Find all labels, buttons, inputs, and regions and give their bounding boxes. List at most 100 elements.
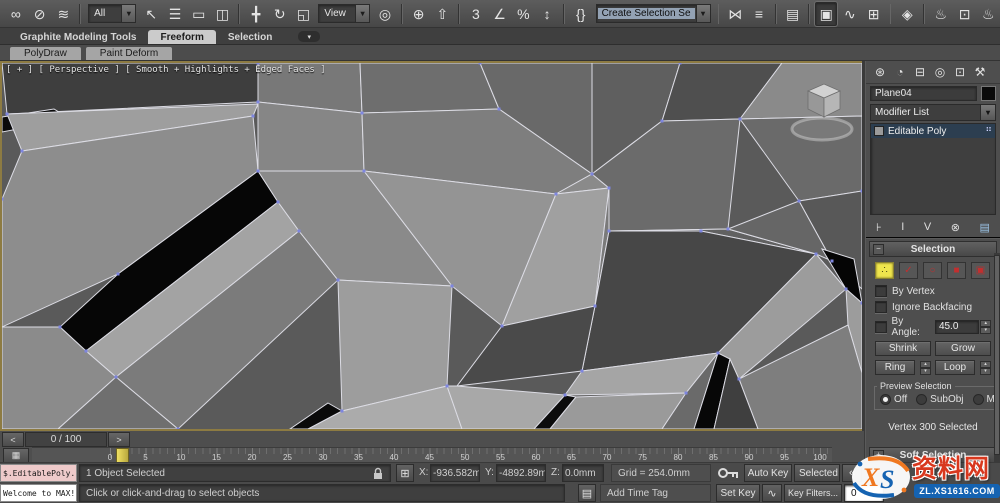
z-coordinate-field[interactable]: 0.0mm	[562, 464, 604, 482]
select-object-button[interactable]: ↖	[140, 2, 162, 26]
select-and-manipulate-button[interactable]: ⊕	[408, 2, 430, 26]
mesh-vertex[interactable]	[738, 117, 742, 121]
mesh-vertex[interactable]	[660, 119, 664, 123]
render-setup-button[interactable]: ♨	[930, 2, 952, 26]
show-end-result-button[interactable]: I	[901, 221, 904, 233]
utilities-tab[interactable]: ⚒	[970, 63, 990, 81]
modifier-stack-row[interactable]: Editable Poly ⠛	[871, 124, 995, 138]
pin-stack-button[interactable]: ⊦	[876, 221, 882, 234]
mesh-vertex[interactable]	[20, 149, 24, 153]
mesh-vertex[interactable]	[716, 351, 720, 355]
spinner-down-icon[interactable]: ▾	[980, 327, 991, 334]
curve-editor-button[interactable]: ∿	[839, 2, 861, 26]
poly-face[interactable]	[359, 63, 500, 114]
mesh-vertex[interactable]	[58, 325, 62, 329]
selection-rollout-header[interactable]: − Selection	[869, 241, 997, 257]
mesh-vertex[interactable]	[445, 384, 449, 388]
schematic-view-button[interactable]: ⊞	[863, 2, 885, 26]
select-and-link-button[interactable]: ∞	[5, 2, 27, 26]
default-tangent-icon[interactable]: ∿	[762, 484, 782, 502]
set-keys-button[interactable]	[716, 466, 740, 481]
open-mini-curve-editor-button[interactable]: ▦	[3, 448, 29, 463]
rectangular-selection-region-button[interactable]: ▭	[188, 2, 210, 26]
key-filters-button[interactable]: Key Filters...	[784, 484, 842, 502]
ribbon-subtab-polydraw[interactable]: PolyDraw	[10, 47, 81, 60]
preview-subobj-radio[interactable]: SubObj	[916, 394, 964, 405]
mesh-vertex[interactable]	[2, 197, 4, 201]
spinner-up-icon[interactable]: ▴	[980, 360, 991, 368]
mesh-vertex[interactable]	[497, 107, 501, 111]
mesh-vertex[interactable]	[478, 63, 482, 65]
mesh-vertex[interactable]	[684, 391, 688, 395]
mirror-button[interactable]: ⋈	[724, 2, 746, 26]
mesh-vertex[interactable]	[297, 229, 301, 233]
by-vertex-checkbox[interactable]: By Vertex	[869, 283, 997, 299]
align-button[interactable]: ≡	[748, 2, 770, 26]
ring-button[interactable]: Ring	[875, 360, 915, 375]
next-frame-button[interactable]: >	[108, 432, 130, 447]
modifier-list-dropdown[interactable]: Modifier List ▾	[870, 104, 996, 121]
mesh-vertex[interactable]	[678, 63, 682, 65]
reference-coordinate-system-dropdown[interactable]: View ▾	[318, 4, 371, 23]
layer-manager-button[interactable]: ▤	[782, 2, 804, 26]
by-angle-spinner[interactable]: ▴ ▾	[980, 320, 991, 334]
graphite-ribbon-toggle-button[interactable]: ▣	[815, 1, 838, 26]
mesh-vertex[interactable]	[814, 252, 818, 256]
mesh-vertex[interactable]	[360, 111, 364, 115]
key-mode-dropdown[interactable]: Selected	[794, 464, 840, 482]
select-and-move-button[interactable]: ╋	[245, 2, 267, 26]
use-pivot-point-center-button[interactable]: ◎	[374, 2, 396, 26]
create-tab[interactable]: ⊛	[870, 63, 890, 81]
absolute-mode-toggle-button[interactable]: ⊞	[396, 464, 414, 482]
mesh-vertex[interactable]	[114, 375, 118, 379]
mesh-vertex[interactable]	[340, 409, 344, 413]
add-time-tag[interactable]: Add Time Tag	[600, 484, 711, 502]
mesh-vertex[interactable]	[500, 324, 504, 328]
keyboard-shortcut-override-button[interactable]: ⇧	[431, 2, 453, 26]
time-tag-icon[interactable]: ▤	[578, 484, 596, 502]
modify-tab[interactable]: ◔	[890, 63, 910, 81]
make-unique-button[interactable]: V	[924, 221, 931, 233]
remove-modifier-button[interactable]: ⊗	[951, 221, 960, 234]
previous-frame-button[interactable]: <	[2, 432, 24, 447]
rendered-frame-window-button[interactable]: ⊡	[954, 2, 976, 26]
edit-named-selection-sets-button[interactable]: {}	[570, 2, 592, 26]
mesh-vertex[interactable]	[699, 229, 703, 233]
ribbon-subtab-paint-deform[interactable]: Paint Deform	[85, 47, 173, 60]
mesh-vertex[interactable]	[256, 100, 260, 104]
display-tab[interactable]: ⊡	[950, 63, 970, 81]
mesh-vertex[interactable]	[726, 227, 730, 231]
spinner-down-icon[interactable]: ▾	[980, 367, 991, 375]
mesh-vertex[interactable]	[362, 169, 366, 173]
object-name-field[interactable]: Plane04	[870, 86, 978, 101]
bind-to-space-warp-button[interactable]: ≋	[52, 2, 74, 26]
perspective-viewport[interactable]: [ + ] [ Perspective ] [ Smooth + Highlig…	[0, 61, 864, 431]
angle-snap-toggle-button[interactable]: ∠	[489, 2, 511, 26]
mesh-vertex[interactable]	[607, 186, 611, 190]
hierarchy-tab[interactable]: ⊟	[910, 63, 930, 81]
selection-filter-dropdown[interactable]: All ▾	[88, 4, 137, 23]
select-and-scale-button[interactable]: ◱	[293, 2, 315, 26]
snaps-toggle-button[interactable]: 3	[465, 2, 487, 26]
spinner-snap-toggle-button[interactable]: ↕	[536, 2, 558, 26]
spinner-up-icon[interactable]: ▴	[920, 360, 931, 368]
by-angle-field[interactable]: 45.0	[934, 320, 980, 334]
collapse-icon[interactable]: −	[873, 244, 884, 255]
named-selection-sets-dropdown[interactable]: Create Selection Se ▾	[595, 4, 711, 23]
loop-button[interactable]: Loop	[935, 360, 975, 375]
mesh-vertex[interactable]	[554, 192, 558, 196]
mesh-vertex[interactable]	[450, 284, 454, 288]
y-coordinate-field[interactable]: -4892.89mm	[496, 464, 546, 482]
unlink-selection-button[interactable]: ⊘	[29, 2, 51, 26]
grow-button[interactable]: Grow	[935, 341, 991, 356]
spinner-down-icon[interactable]: ▾	[920, 367, 931, 375]
viewport-label[interactable]: [ + ] [ Perspective ] [ Smooth + Highlig…	[6, 65, 326, 75]
ignore-backfacing-checkbox[interactable]: Ignore Backfacing	[869, 299, 997, 315]
mesh-vertex[interactable]	[607, 229, 611, 233]
maxscript-mini-listener-line2[interactable]: Welcome to MAX!	[0, 484, 77, 502]
mesh-vertex[interactable]	[176, 427, 180, 430]
mesh-vertex[interactable]	[251, 114, 255, 118]
mesh-vertex[interactable]	[5, 112, 9, 116]
polygon-subobject-button[interactable]: ■	[947, 262, 966, 279]
mesh-vertex[interactable]	[256, 169, 260, 173]
